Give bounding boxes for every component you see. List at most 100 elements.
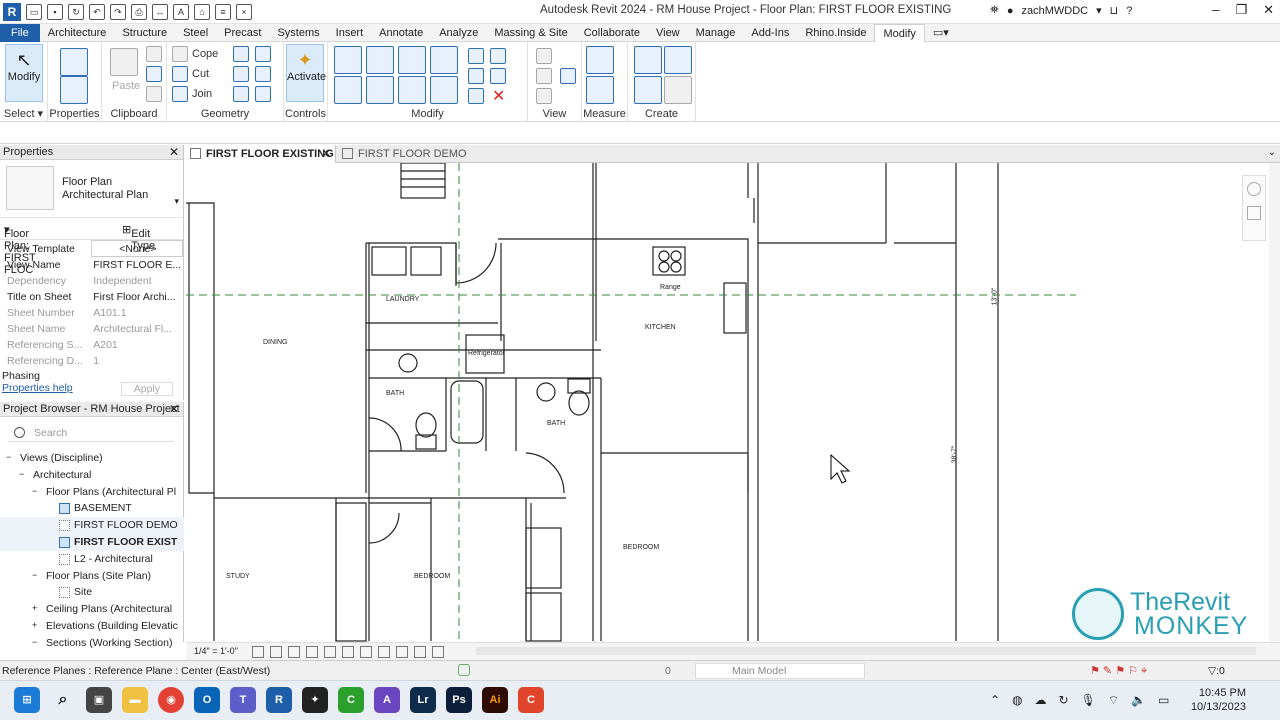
fixture-label[interactable]: Refrigerator (468, 350, 505, 357)
sync-tray-icon[interactable]: ↻ (1059, 693, 1069, 708)
create-group-icon[interactable] (634, 76, 662, 104)
hammer-icon[interactable] (255, 86, 271, 102)
tab-add-ins[interactable]: Add-Ins (743, 24, 797, 42)
contextual-tab-toggle-icon[interactable]: ▭▾ (925, 24, 957, 42)
hide-icon[interactable] (536, 88, 552, 104)
tab-insert[interactable]: Insert (328, 24, 372, 42)
close-icon[interactable]: ✕ (169, 402, 179, 417)
chrome-icon[interactable]: ◉ (158, 687, 184, 713)
tab-collaborate[interactable]: Collaborate (576, 24, 648, 42)
collapse-icon[interactable]: − (6, 452, 14, 462)
illustrator-icon[interactable]: Ai (482, 687, 508, 713)
teams-icon[interactable]: T (230, 687, 256, 713)
expand-icon[interactable]: + (32, 603, 40, 613)
snagit-icon[interactable]: C (518, 687, 544, 713)
demolish-icon[interactable] (233, 86, 249, 102)
browser-item[interactable]: L2 - Architectural (0, 551, 184, 568)
room-label[interactable]: BATH (386, 390, 404, 397)
room-label[interactable]: STUDY (226, 573, 250, 580)
save-icon[interactable]: ▪ (47, 4, 63, 20)
properties-help-link[interactable]: Properties help (2, 382, 73, 394)
tab-first-floor-demo[interactable]: FIRST FLOOR DEMO (338, 145, 488, 163)
filter-count[interactable]: ▽:0 (1208, 665, 1225, 677)
reveal-hidden-icon[interactable] (378, 646, 390, 658)
close-icon[interactable]: ✕ (322, 145, 331, 163)
property-value[interactable]: A101.1 (91, 305, 182, 321)
mirror-axis-icon[interactable] (398, 46, 426, 74)
create-part-icon[interactable] (634, 46, 662, 74)
property-value[interactable]: First Floor Archi... (91, 289, 182, 305)
align-icon[interactable] (334, 46, 362, 74)
photoshop-icon[interactable]: Ps (446, 687, 472, 713)
scale-icon[interactable] (490, 68, 506, 84)
onedrive-icon[interactable]: ☁ (1035, 693, 1047, 708)
collapse-icon[interactable]: − (19, 469, 27, 479)
modify-button[interactable]: ↖ Modify (5, 44, 43, 102)
tab-massing-site[interactable]: Massing & Site (486, 24, 575, 42)
antivirus-icon[interactable]: ◍ (1012, 693, 1022, 708)
close-button[interactable]: ✕ (1263, 2, 1274, 18)
array-icon[interactable] (468, 68, 484, 84)
browser-item[interactable]: − Floor Plans (Site Plan) (0, 568, 184, 585)
edit-type-button[interactable]: ⊞ Edit Type (122, 223, 155, 252)
cut-clipboard-icon[interactable] (146, 46, 162, 62)
start-button[interactable]: ⊞ (14, 687, 40, 713)
copy-icon[interactable] (146, 66, 162, 82)
vertical-scrollbar[interactable] (1269, 163, 1280, 642)
camtasia-icon[interactable]: C (338, 687, 364, 713)
worksharing-icon[interactable] (396, 646, 408, 658)
help-icon[interactable]: ? (1126, 5, 1132, 17)
dimension-icon[interactable] (586, 76, 614, 104)
zoom-icon[interactable] (1247, 206, 1261, 220)
delete-icon[interactable]: ✕ (492, 86, 505, 106)
chevron-up-icon[interactable]: ⌃ (990, 693, 1000, 708)
browser-item[interactable]: FIRST FLOOR EXIST (0, 533, 184, 551)
analytical-model-icon[interactable] (414, 646, 426, 658)
split-face-icon[interactable] (255, 46, 271, 62)
room-label[interactable]: BEDROOM (414, 573, 450, 580)
shadows-icon[interactable] (306, 646, 318, 658)
browser-item[interactable]: − Architectural (0, 467, 184, 484)
revit-taskbar-icon[interactable]: R (266, 687, 292, 713)
close-icon[interactable]: ✕ (169, 145, 179, 160)
sun-path-icon[interactable] (288, 646, 300, 658)
tab-steel[interactable]: Steel (175, 24, 216, 42)
temporary-hide-icon[interactable] (360, 646, 372, 658)
horizontal-scrollbar[interactable] (476, 647, 1256, 655)
collapse-icon[interactable]: − (32, 570, 40, 580)
home-3d-icon[interactable]: ⌂ (194, 4, 210, 20)
move-icon[interactable] (334, 76, 362, 104)
design-option-selector[interactable]: Main Model (695, 663, 865, 679)
tab-architecture[interactable]: Architecture (40, 24, 115, 42)
rotate-icon[interactable] (398, 76, 426, 104)
dimension-label[interactable]: 38'-7" (951, 446, 958, 464)
sync-icon[interactable]: ↻ (68, 4, 84, 20)
minimize-button[interactable]: – (1212, 2, 1219, 18)
tab-modify[interactable]: Modify (874, 23, 925, 42)
rhino-icon[interactable]: ✦ (302, 687, 328, 713)
tab-structure[interactable]: Structure (114, 24, 175, 42)
activate-button[interactable]: ✦ Activate (286, 44, 326, 102)
highlight-displacement-icon[interactable] (432, 646, 444, 658)
redo-icon[interactable]: ↷ (110, 4, 126, 20)
property-value[interactable]: 1 (91, 353, 182, 369)
browser-item[interactable]: FIRST FLOOR DEMO (0, 517, 184, 534)
cope-button[interactable]: Cope (172, 46, 218, 62)
binoculars-icon[interactable]: ⛯ (990, 4, 999, 17)
unpin-icon[interactable] (468, 88, 484, 104)
fixture-label[interactable]: Range (660, 284, 681, 291)
phasing-group[interactable]: Phasing (2, 370, 40, 382)
detail-level-icon[interactable] (252, 646, 264, 658)
visual-style-icon[interactable] (270, 646, 282, 658)
type-selector[interactable]: Floor Plan Architectural Plan ▾ (0, 160, 183, 218)
copy-element-icon[interactable] (366, 76, 394, 104)
room-label[interactable]: KITCHEN (645, 324, 676, 331)
file-explorer-icon[interactable]: ▬ (122, 687, 148, 713)
tab-first-floor-existing[interactable]: FIRST FLOOR EXISTING ✕ (186, 145, 336, 163)
properties-icon[interactable] (60, 76, 88, 104)
collapse-icon[interactable]: − (32, 637, 40, 647)
apply-button[interactable]: Apply (120, 382, 173, 396)
show-crop-icon[interactable] (342, 646, 354, 658)
wifi-icon[interactable]: ⌔ (1108, 693, 1119, 708)
browser-item[interactable]: BASEMENT (0, 500, 184, 517)
